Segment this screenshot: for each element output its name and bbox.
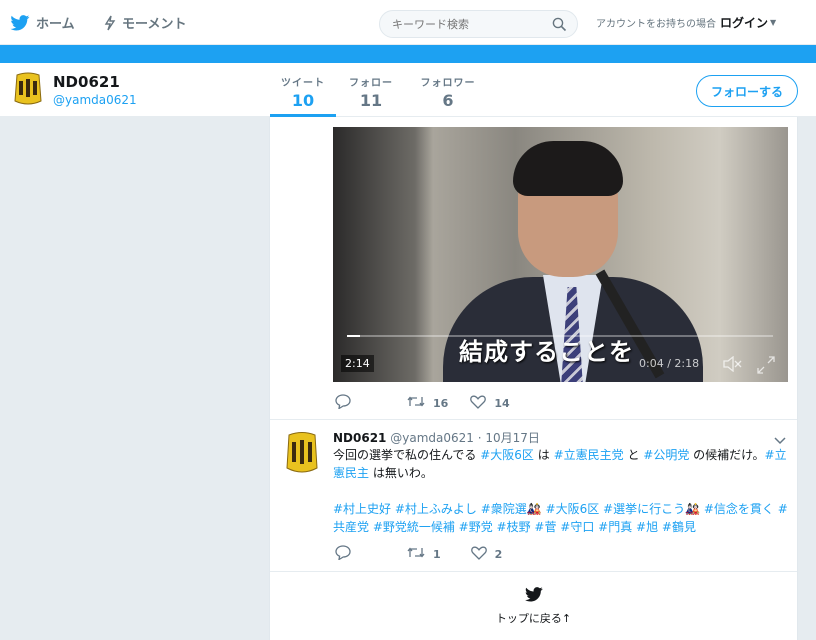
twitter-bird-icon bbox=[270, 587, 797, 606]
avatar[interactable] bbox=[13, 71, 43, 107]
chevron-down-icon[interactable]: ▼ bbox=[770, 18, 776, 27]
fullscreen-icon[interactable] bbox=[757, 356, 775, 378]
hashtag-link[interactable]: #大阪6区 bbox=[480, 448, 534, 462]
nav-moments[interactable]: モーメント bbox=[104, 0, 186, 45]
reply-icon bbox=[335, 394, 359, 412]
stat-followers-label: フォロワー bbox=[420, 78, 476, 89]
stat-followers-value: 6 bbox=[442, 91, 454, 110]
like-count: 14 bbox=[494, 396, 510, 410]
retweet-count: 16 bbox=[433, 396, 449, 410]
tweet-text-segment: は bbox=[533, 448, 554, 462]
lightning-icon bbox=[104, 15, 116, 31]
heart-icon bbox=[470, 395, 494, 412]
search-box bbox=[379, 10, 578, 38]
twitter-bird-icon bbox=[10, 14, 30, 31]
reply-action[interactable] bbox=[335, 545, 359, 563]
tweet-date[interactable]: · 10月17日 bbox=[478, 431, 540, 445]
stat-followers[interactable]: フォロワー 6 bbox=[410, 63, 486, 117]
stat-tweets[interactable]: ツイート 10 bbox=[270, 63, 336, 117]
stat-tweets-label: ツイート bbox=[281, 78, 325, 89]
retweet-icon bbox=[407, 546, 433, 562]
login-area: アカウントをお持ちの場合 ログイン ▼ bbox=[596, 0, 776, 45]
video-player[interactable]: 結成することを 2:14 0:04 / 2:18 bbox=[333, 127, 788, 382]
tweet-author-name[interactable]: ND0621 bbox=[333, 431, 386, 445]
profile-handle[interactable]: @yamda0621 bbox=[53, 93, 137, 107]
follow-button[interactable]: フォローする bbox=[696, 75, 798, 107]
tweet-divider bbox=[270, 419, 797, 420]
retweet-icon bbox=[407, 395, 433, 411]
top-navigation: ホーム モーメント アカウントをお持ちの場合 ログイン ▼ bbox=[0, 0, 816, 45]
reply-action[interactable] bbox=[335, 394, 359, 412]
mute-icon[interactable] bbox=[722, 355, 742, 376]
tweet-text-segment: と bbox=[623, 448, 644, 462]
nav-home[interactable]: ホーム bbox=[10, 0, 75, 45]
video-progress-bar[interactable] bbox=[347, 335, 773, 337]
nav-home-label: ホーム bbox=[36, 17, 75, 32]
back-to-top[interactable]: トップに戻る↑ bbox=[270, 585, 797, 626]
tweet-text: 今回の選挙で私の住んでる #大阪6区 は #立憲民主党 と #公明党 の候補だけ… bbox=[333, 446, 788, 482]
stat-tweets-value: 10 bbox=[291, 91, 315, 110]
like-count: 2 bbox=[494, 547, 503, 561]
reply-icon bbox=[335, 545, 359, 563]
tweet-hashtags[interactable]: #村上史好 #村上ふみよし #衆院選🎎 #大阪6区 #選挙に行こう🎎 #信念を貫… bbox=[333, 500, 788, 536]
video-figure-hair bbox=[513, 141, 623, 196]
search-icon[interactable] bbox=[552, 17, 567, 36]
nav-moments-label: モーメント bbox=[122, 17, 187, 32]
like-action[interactable]: 14 bbox=[470, 395, 510, 412]
like-action[interactable]: 2 bbox=[470, 546, 503, 563]
back-to-top-label: トップに戻る↑ bbox=[495, 612, 572, 625]
tweet-actions: 16 14 bbox=[335, 394, 532, 412]
video-duration-badge: 2:14 bbox=[341, 355, 374, 372]
video-subtitle: 結成することを bbox=[459, 338, 634, 366]
stat-following[interactable]: フォロー 11 bbox=[340, 63, 402, 117]
tweet-text-segment: は無いわ。 bbox=[369, 466, 433, 480]
header-banner bbox=[0, 45, 816, 63]
search-input[interactable] bbox=[392, 11, 552, 37]
hashtag-link[interactable]: #立憲民主党 bbox=[554, 448, 624, 462]
tweet-header: ND0621 @yamda0621 · 10月17日 bbox=[333, 429, 540, 446]
tweet-author-handle[interactable]: @yamda0621 bbox=[390, 431, 474, 445]
hashtag-link[interactable]: #公明党 bbox=[643, 448, 689, 462]
tweet-text-segment: の候補だけ。 bbox=[689, 448, 765, 462]
retweet-action[interactable]: 1 bbox=[407, 546, 441, 562]
heart-icon bbox=[470, 546, 495, 563]
video-progress-fill bbox=[347, 335, 360, 337]
timeline: 結成することを 2:14 0:04 / 2:18 16 14 ND0621 @y… bbox=[269, 117, 798, 640]
account-prompt: アカウントをお持ちの場合 bbox=[596, 19, 716, 30]
video-time-readout: 0:04 / 2:18 bbox=[639, 357, 700, 370]
profile-bar: ND0621 @yamda0621 ツイート 10 フォロー 11 フォロワー … bbox=[0, 63, 816, 117]
login-link[interactable]: ログイン bbox=[720, 14, 768, 31]
retweet-action[interactable]: 16 bbox=[407, 395, 448, 411]
stat-following-label: フォロー bbox=[349, 78, 393, 89]
profile-name[interactable]: ND0621 bbox=[53, 73, 120, 91]
tweet-avatar[interactable] bbox=[284, 430, 320, 476]
stat-following-value: 11 bbox=[359, 91, 383, 110]
tweet-divider bbox=[270, 571, 797, 572]
retweet-count: 1 bbox=[433, 547, 441, 561]
tweet-actions: 1 2 bbox=[335, 545, 524, 563]
tweet-text-segment: 今回の選挙で私の住んでる bbox=[333, 448, 481, 462]
